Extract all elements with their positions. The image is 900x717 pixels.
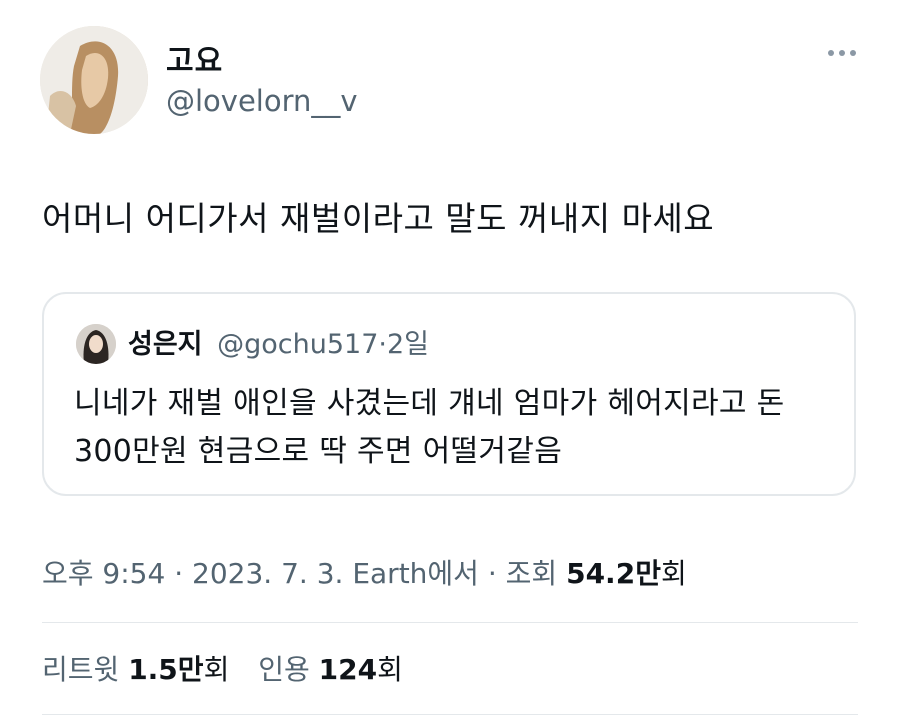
tweet-text: 어머니 어디가서 재벌이라고 말도 꺼내지 마세요 [42, 199, 715, 238]
quoted-avatar-image [76, 324, 116, 364]
views-label: 조회 [505, 557, 558, 590]
retweets-count: 1.5 [128, 653, 178, 686]
divider [42, 714, 858, 715]
quotes-suffix: 회 [377, 653, 403, 686]
views-suffix: 회 [660, 557, 687, 590]
tweet-stats: 리트윗 1.5만회 인용 124회 [42, 648, 423, 688]
views-unit: 만 [635, 557, 661, 590]
dot [828, 50, 834, 56]
views-count: 54.2 [566, 557, 636, 590]
quoted-tweet-card[interactable]: 성은지 @gochu517·2일 니네가 재벌 애인을 사겼는데 걔네 엄마가 … [42, 292, 856, 496]
more-options-icon[interactable] [828, 50, 856, 56]
tweet-date[interactable]: 2023. 7. 3. [192, 557, 343, 590]
quoted-display-name: 성은지 [128, 329, 203, 360]
tweet-time[interactable]: 오후 9:54 [42, 557, 165, 590]
tweet-meta: 오후 9:54 · 2023. 7. 3. Earth에서 · 조회 54.2만… [42, 552, 687, 592]
quoted-handle: @gochu517 [217, 329, 379, 360]
retweets-stat[interactable]: 리트윗 1.5만회 [42, 653, 238, 686]
retweets-unit: 만 [177, 653, 204, 686]
quoted-author-avatar [76, 324, 116, 364]
author-avatar[interactable] [40, 26, 148, 134]
retweets-suffix: 회 [203, 653, 230, 686]
separator: · [378, 329, 387, 360]
retweets-label: 리트윗 [42, 653, 120, 686]
divider [42, 622, 858, 623]
quotes-count: 124 [318, 653, 378, 686]
quotes-stat[interactable]: 인용 124회 [258, 653, 403, 686]
dot [850, 50, 856, 56]
avatar-image [40, 26, 148, 134]
dot [839, 50, 845, 56]
tweet-source: Earth에서 [352, 557, 479, 590]
author-handle[interactable]: @lovelorn__v [166, 84, 358, 118]
quoted-tweet-header: 성은지 @gochu517·2일 [128, 322, 429, 361]
quoted-time: 2일 [386, 329, 430, 360]
quotes-label: 인용 [258, 653, 310, 686]
quoted-tweet-text: 니네가 재벌 애인을 사겼는데 걔네 엄마가 헤어지라고 돈 300만원 현금으… [74, 386, 785, 469]
separator: · [174, 557, 184, 590]
author-display-name[interactable]: 고요 [166, 36, 223, 80]
separator: · [487, 557, 497, 590]
